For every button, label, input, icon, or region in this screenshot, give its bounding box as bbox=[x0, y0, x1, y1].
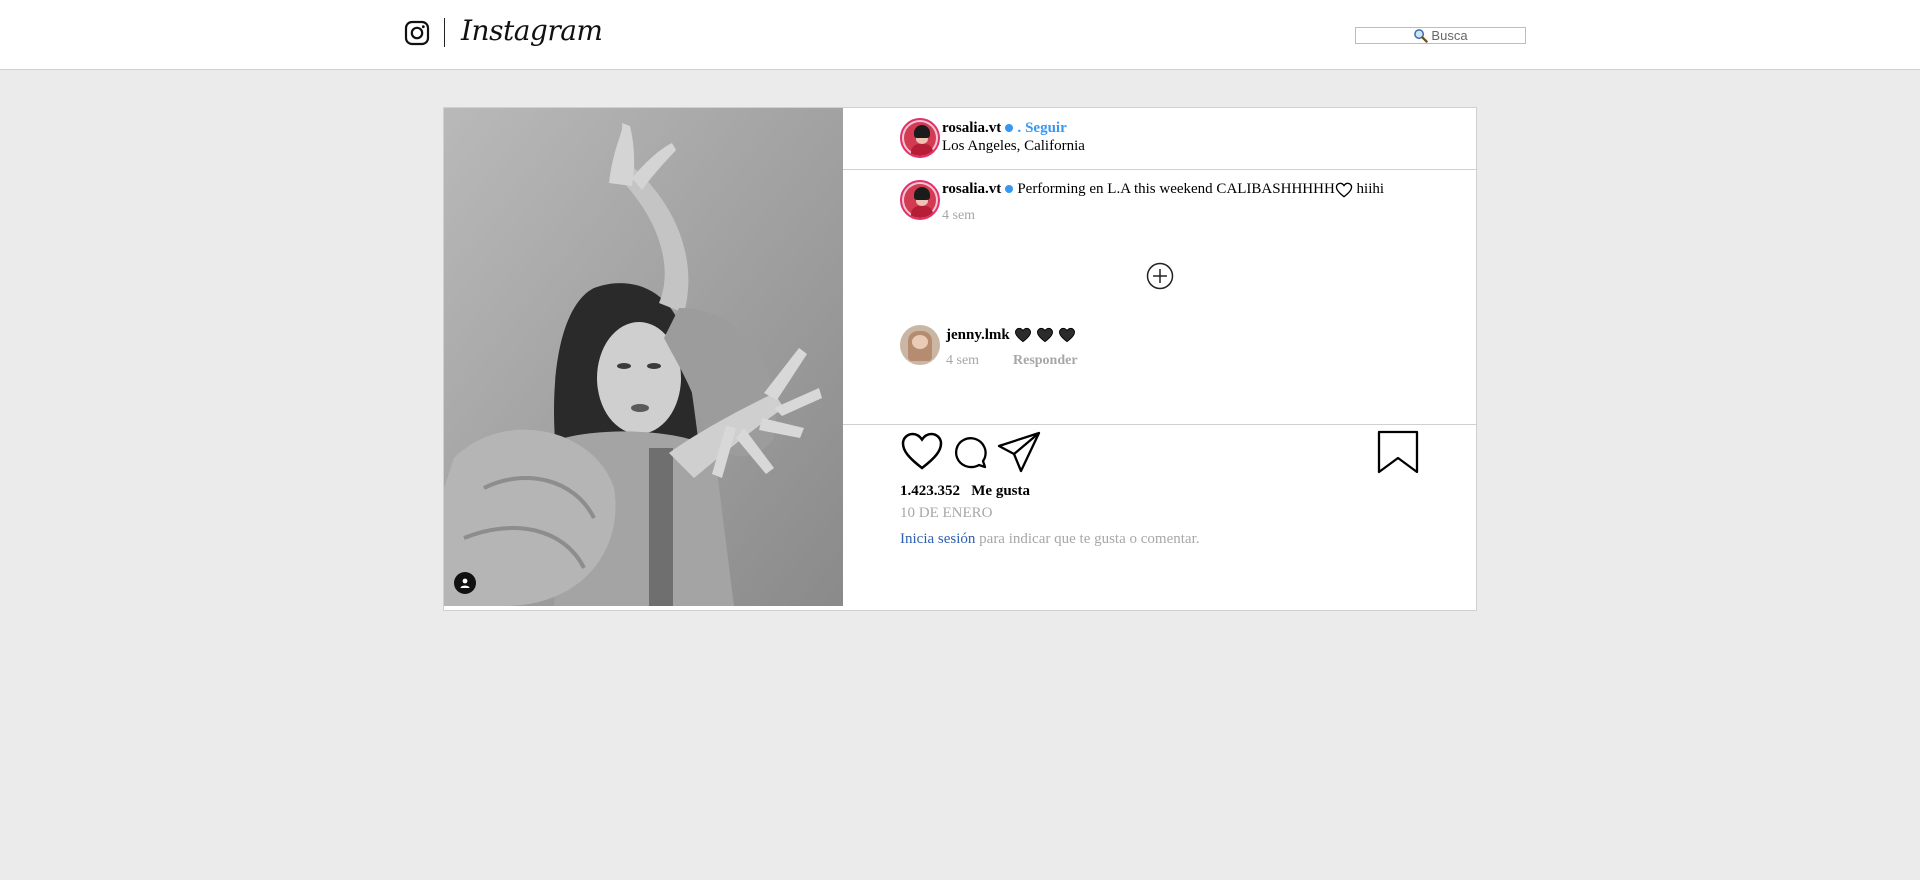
comment-username[interactable]: jenny.lmk bbox=[946, 327, 1010, 343]
instagram-glyph-icon[interactable] bbox=[404, 20, 430, 46]
verified-icon bbox=[1005, 123, 1014, 132]
login-link[interactable]: Inicia sesión bbox=[900, 531, 975, 547]
caption-time[interactable]: 4 sem bbox=[942, 208, 975, 224]
caption: rosalia.vt Performing en L.A this weekend… bbox=[942, 181, 1384, 198]
author-line: rosalia.vt. Seguir bbox=[942, 119, 1067, 137]
post-sidebar: rosalia.vt. Seguir Los Angeles, Californ… bbox=[843, 108, 1477, 610]
caption-text-end: hiihi bbox=[1352, 181, 1385, 197]
follow-button[interactable]: Seguir bbox=[1025, 120, 1067, 136]
post-card: rosalia.vt. Seguir Los Angeles, Californ… bbox=[443, 107, 1477, 611]
share-icon[interactable] bbox=[996, 430, 1042, 474]
caption-text: Performing en L.A this weekend CALIBASHH… bbox=[1017, 181, 1335, 197]
top-bar: Instagram Busca bbox=[0, 0, 1920, 70]
heart-emoji-icon bbox=[1335, 182, 1353, 198]
caption-avatar[interactable] bbox=[900, 180, 940, 220]
black-heart-icon bbox=[1036, 328, 1053, 343]
author-username[interactable]: rosalia.vt bbox=[942, 120, 1001, 136]
likes-label: Me gusta bbox=[971, 483, 1030, 499]
search-placeholder: Busca bbox=[1431, 28, 1468, 43]
heart-icon[interactable] bbox=[900, 431, 944, 471]
post-date[interactable]: 10 DE ENERO bbox=[900, 505, 993, 522]
author-avatar[interactable] bbox=[900, 118, 940, 158]
comment-time[interactable]: 4 sem bbox=[946, 353, 979, 369]
likes-count[interactable]: 1.423.352 Me gusta bbox=[900, 483, 1030, 500]
bookmark-icon[interactable] bbox=[1377, 430, 1419, 474]
caption-username[interactable]: rosalia.vt bbox=[942, 181, 1001, 197]
reply-button[interactable]: Responder bbox=[1013, 353, 1078, 369]
follow-separator: . bbox=[1017, 120, 1022, 136]
verified-icon bbox=[1005, 185, 1014, 194]
post-photo-image bbox=[444, 108, 843, 606]
add-comment-icon[interactable] bbox=[1146, 262, 1174, 290]
search-icon bbox=[1414, 29, 1429, 43]
login-text: para indicar que te gusta o comentar. bbox=[975, 531, 1200, 547]
search-input[interactable]: Busca bbox=[1355, 27, 1526, 44]
post-actions: 1.423.352 Me gusta 10 DE ENERO Inicia se… bbox=[843, 424, 1477, 610]
logo-divider bbox=[444, 18, 445, 47]
comment-item: jenny.lmk bbox=[946, 326, 1076, 344]
post-location[interactable]: Los Angeles, California bbox=[942, 138, 1085, 155]
post-photo[interactable] bbox=[444, 108, 843, 606]
commenter-avatar[interactable] bbox=[900, 325, 940, 365]
login-prompt: Inicia sesión para indicar que te gusta … bbox=[900, 531, 1199, 548]
black-heart-icon bbox=[1058, 328, 1075, 343]
likes-number: 1.423.352 bbox=[900, 483, 960, 499]
black-heart-icon bbox=[1014, 328, 1031, 343]
post-header: rosalia.vt. Seguir Los Angeles, Californ… bbox=[843, 108, 1477, 170]
instagram-wordmark[interactable]: Instagram bbox=[461, 14, 603, 47]
comment-icon[interactable] bbox=[952, 434, 988, 470]
user-tag-icon[interactable] bbox=[454, 572, 476, 594]
